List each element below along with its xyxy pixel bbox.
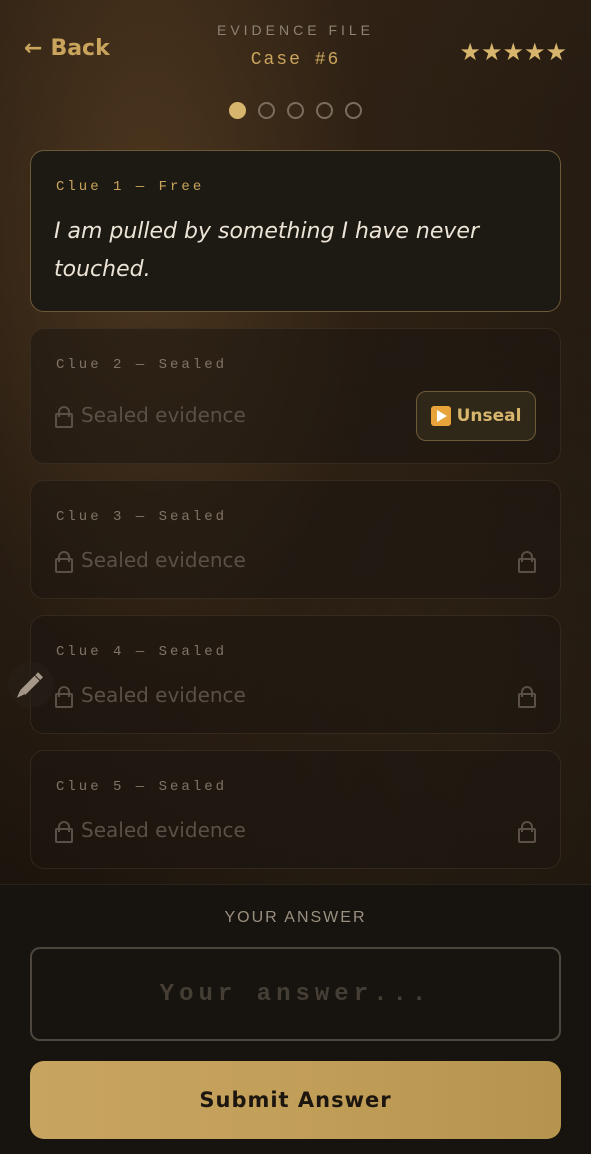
page-indicator (0, 102, 591, 119)
sealed-text: Sealed evidence (81, 548, 246, 572)
header: ← Back EVIDENCE FILE Case #6 ★★★★★ (0, 0, 591, 140)
play-icon (430, 406, 451, 426)
clue-label: Clue 4 — Sealed (56, 644, 228, 660)
clue-card-3: Clue 3 — Sealed Sealed evidence (30, 480, 561, 599)
page-dot-4[interactable] (316, 102, 333, 119)
page-dot-3[interactable] (287, 102, 304, 119)
clue-label: Clue 5 — Sealed (56, 779, 228, 795)
clue-card-5: Clue 5 — Sealed Sealed evidence (30, 750, 561, 869)
clue-label: Clue 2 — Sealed (56, 357, 228, 373)
answer-input[interactable] (30, 947, 561, 1041)
pencil-icon (10, 664, 52, 706)
answer-panel: YOUR ANSWER Submit Answer (0, 884, 591, 1154)
sealed-text: Sealed evidence (81, 403, 246, 427)
lock-icon (518, 821, 536, 843)
edit-notes-button[interactable] (8, 662, 54, 708)
unseal-label: Unseal (456, 406, 522, 426)
page-dot-5[interactable] (345, 102, 362, 119)
lock-icon (55, 551, 73, 573)
clue-card-4: Clue 4 — Sealed Sealed evidence (30, 615, 561, 734)
unseal-button[interactable]: Unseal (416, 391, 536, 441)
sealed-row: Sealed evidence (55, 818, 246, 843)
sealed-text: Sealed evidence (81, 818, 246, 842)
clue-card-2: Clue 2 — Sealed Sealed evidence Unseal (30, 328, 561, 464)
lock-icon (55, 686, 73, 708)
answer-heading: YOUR ANSWER (224, 909, 367, 926)
submit-answer-button[interactable]: Submit Answer (30, 1061, 561, 1139)
file-eyebrow: EVIDENCE FILE (216, 22, 375, 38)
sealed-row: Sealed evidence (55, 548, 246, 573)
lock-icon (55, 821, 73, 843)
page-dot-1[interactable] (229, 102, 246, 119)
clue-text: I am pulled by something I have never to… (54, 219, 479, 282)
sealed-row: Sealed evidence (55, 683, 246, 708)
lock-icon (518, 551, 536, 573)
sealed-text: Sealed evidence (81, 683, 246, 707)
clue-card-1: Clue 1 — Free I am pulled by something I… (30, 150, 561, 312)
lock-icon (518, 686, 536, 708)
clue-label: Clue 1 — Free (56, 179, 205, 195)
lock-icon (55, 406, 73, 428)
sealed-row: Sealed evidence (55, 403, 246, 428)
star-rating: ★★★★★ (459, 38, 567, 66)
page-dot-2[interactable] (258, 102, 275, 119)
clue-label: Clue 3 — Sealed (56, 509, 228, 525)
